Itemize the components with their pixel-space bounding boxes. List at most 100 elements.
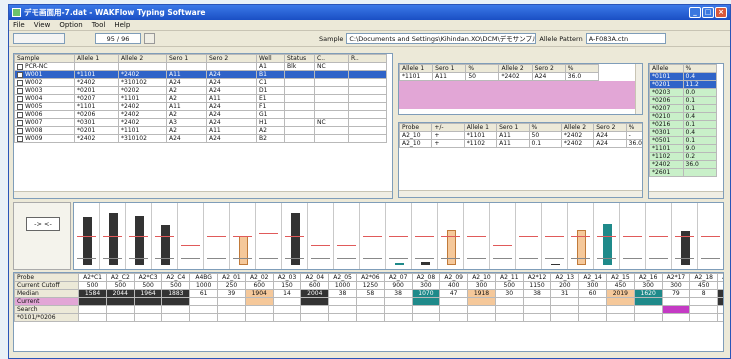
summary-cell[interactable] — [189, 305, 219, 314]
allele-pattern-field[interactable]: A-F083A.ctn — [585, 33, 666, 44]
summary-cell[interactable] — [578, 297, 607, 306]
table-row[interactable]: W005 *1101 *2402 A11 A24 F1 — [14, 102, 387, 111]
table-row[interactable]: *1101 9.0 — [649, 144, 717, 153]
column-header[interactable]: Sero 2 — [206, 54, 257, 63]
column-header[interactable]: Allele 2 — [118, 54, 167, 63]
summary-cell[interactable] — [383, 305, 413, 314]
column-header[interactable]: Sample — [14, 54, 75, 63]
table-row[interactable]: *0216 0.1 — [649, 120, 717, 129]
minimize-icon[interactable]: _ — [689, 7, 701, 18]
row-checkbox[interactable] — [17, 63, 23, 70]
summary-cell[interactable] — [328, 305, 357, 314]
row-checkbox[interactable] — [17, 127, 23, 134]
summary-cell[interactable] — [244, 297, 274, 306]
probe-column[interactable] — [100, 203, 126, 269]
table-row[interactable]: W006 *0206 *2402 A2 A24 G1 — [14, 110, 387, 119]
column-header[interactable]: C.. — [314, 54, 349, 63]
table-row[interactable]: W009 *2402 *310102 A24 A24 B2 — [14, 134, 387, 143]
summary-cell[interactable] — [605, 313, 635, 322]
summary-cell[interactable] — [689, 313, 719, 322]
sample-path-field[interactable]: C:\Documents and Settings\Kihindan.XO\DC… — [346, 33, 537, 44]
summary-cell[interactable] — [300, 297, 330, 306]
summary-cell[interactable] — [105, 297, 135, 306]
probe-column[interactable] — [516, 203, 542, 269]
summary-cell[interactable] — [522, 297, 552, 306]
column-header[interactable]: Sero 1 — [166, 54, 207, 63]
summary-cell[interactable] — [411, 297, 441, 306]
row-checkbox[interactable] — [17, 103, 23, 110]
table-row[interactable]: PCR-NC A1 Blk NC — [14, 62, 387, 71]
summary-cell[interactable] — [383, 313, 413, 322]
probe-column[interactable] — [126, 203, 152, 269]
swap-arrow-button[interactable]: -> <- — [26, 217, 60, 231]
row-checkbox[interactable] — [17, 119, 23, 126]
table-row[interactable]: W002 *2402 *310102 A24 A24 C1 — [14, 78, 387, 87]
menu-view[interactable]: View — [34, 21, 51, 29]
probe-column[interactable] — [568, 203, 594, 269]
summary-cell[interactable] — [105, 313, 135, 322]
probe-column[interactable] — [490, 203, 516, 269]
maximize-icon[interactable]: □ — [702, 7, 714, 18]
probe-column[interactable] — [646, 203, 672, 269]
summary-cell[interactable] — [133, 297, 163, 306]
summary-cell[interactable] — [522, 305, 552, 314]
summary-cell[interactable] — [272, 313, 302, 322]
menu-file[interactable]: File — [13, 21, 25, 29]
table-row[interactable]: *0207 0.1 — [649, 104, 717, 113]
summary-cell[interactable] — [217, 313, 246, 322]
page-button[interactable] — [144, 33, 155, 44]
table-row[interactable]: *1102 0.2 — [649, 152, 717, 161]
row-checkbox[interactable] — [17, 79, 23, 86]
probe-column[interactable] — [230, 203, 256, 269]
table-row[interactable]: W003 *0201 *0202 A2 A24 D1 — [14, 86, 387, 95]
summary-cell[interactable] — [605, 297, 635, 306]
row-checkbox[interactable] — [17, 135, 23, 142]
summary-cell[interactable] — [161, 313, 191, 322]
table-row[interactable]: W007 *0301 *2402 A3 A24 H1 NC — [14, 118, 387, 127]
probe-column[interactable] — [464, 203, 490, 269]
probe-column[interactable] — [74, 203, 100, 269]
summary-cell[interactable] — [494, 305, 524, 314]
summary-cell[interactable] — [439, 297, 469, 306]
table-row[interactable]: *0201 11.2 — [649, 80, 717, 89]
row-checkbox[interactable] — [17, 87, 23, 94]
column-header[interactable]: Well — [256, 54, 285, 63]
summary-cell[interactable] — [300, 305, 330, 314]
summary-cell[interactable] — [689, 305, 719, 314]
table-row[interactable]: *0101 0.4 — [649, 72, 717, 81]
summary-cell[interactable] — [467, 305, 496, 314]
summary-cell[interactable] — [578, 305, 607, 314]
probe-column[interactable] — [256, 203, 282, 269]
summary-cell[interactable] — [189, 297, 219, 306]
probe-column[interactable] — [386, 203, 412, 269]
summary-cell[interactable] — [661, 305, 691, 314]
menu-option[interactable]: Option — [59, 21, 82, 29]
table-row[interactable]: *2601 — [649, 168, 717, 177]
summary-cell[interactable] — [217, 305, 246, 314]
probe-column[interactable] — [542, 203, 568, 269]
table-row[interactable]: *0210 0.4 — [649, 112, 717, 121]
summary-cell[interactable] — [550, 305, 580, 314]
summary-cell[interactable] — [717, 313, 723, 322]
summary-cell[interactable] — [550, 313, 580, 322]
summary-cell[interactable] — [633, 313, 663, 322]
summary-cell[interactable] — [189, 313, 219, 322]
table-row[interactable]: *2402 36.0 — [649, 160, 717, 169]
table-row[interactable]: *0203 0.0 — [649, 88, 717, 97]
summary-cell[interactable] — [689, 297, 719, 306]
table-row[interactable]: W008 *0201 *1101 A2 A11 A2 — [14, 126, 387, 135]
menu-tool[interactable]: Tool — [92, 21, 106, 29]
summary-cell[interactable] — [244, 313, 274, 322]
summary-cell[interactable] — [411, 313, 441, 322]
column-header[interactable]: Allele 1 — [74, 54, 119, 63]
summary-cell[interactable] — [494, 313, 524, 322]
table-row[interactable]: W004 *0207 *1101 A2 A11 E1 — [14, 94, 387, 103]
summary-cell[interactable] — [355, 297, 385, 306]
summary-cell[interactable] — [161, 297, 191, 306]
probe-column[interactable] — [594, 203, 620, 269]
table-row[interactable]: A2_10 + *1102 A11 0.1 *2402 A24 36.0 — [399, 139, 642, 148]
table-row[interactable]: *0206 0.1 — [649, 96, 717, 105]
summary-cell[interactable] — [133, 305, 163, 314]
summary-cell[interactable] — [355, 313, 385, 322]
summary-cell[interactable] — [439, 305, 469, 314]
